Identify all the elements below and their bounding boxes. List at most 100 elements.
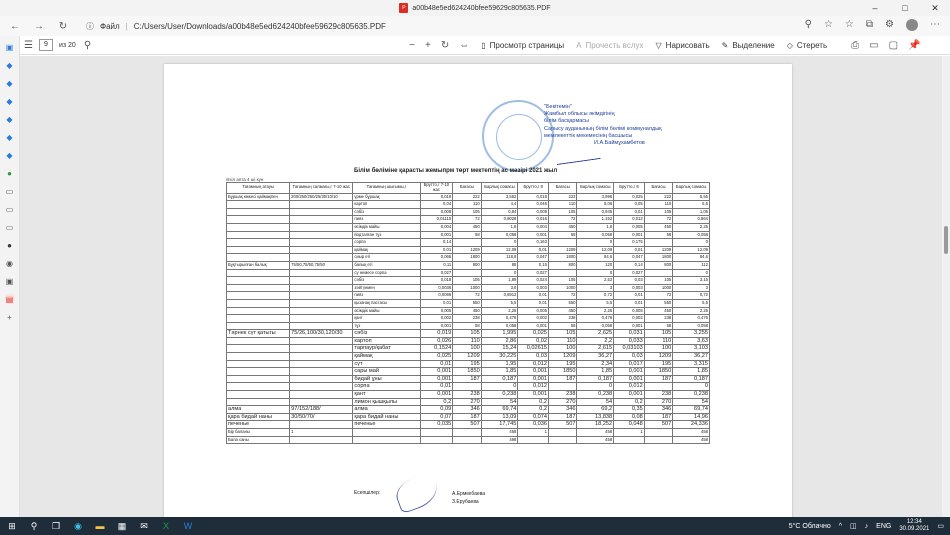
table-cell: 450 — [643, 306, 674, 316]
sidebar-tab-icon[interactable]: ◆ — [5, 60, 15, 70]
notifications-icon[interactable]: ▭ — [937, 522, 944, 530]
maximize-button[interactable]: □ — [890, 0, 920, 16]
search-icon[interactable]: ⚲ — [28, 520, 40, 532]
task-view-icon[interactable]: ❐ — [50, 520, 62, 532]
read-aloud-button[interactable]: A Прочесть вслух — [576, 41, 643, 50]
table-cell: 0,008 — [419, 207, 454, 217]
sidebar-tab-icon[interactable]: ◆ — [5, 78, 15, 88]
language-indicator[interactable]: ENG — [876, 523, 891, 530]
document-tab-icon[interactable]: ▭ — [5, 222, 15, 232]
sidebar-tab-icon[interactable]: ◆ — [5, 114, 15, 124]
back-icon[interactable]: ← — [8, 21, 22, 32]
table-cell: 72 — [452, 291, 482, 300]
table-cell: 0,058 — [480, 321, 519, 331]
print-icon[interactable]: ⎙ — [851, 40, 859, 51]
table-row: қызанақ пастасы 0,01 550 5,5 0,01 550 5,5 0,01 5… — [225, 298, 710, 308]
table-cell — [225, 276, 291, 285]
network-icon[interactable]: ◫ — [850, 522, 857, 530]
table-cell: 1,995 — [480, 329, 519, 338]
excel-icon[interactable]: X — [160, 520, 172, 532]
table-cell — [225, 268, 291, 278]
table-cell: 0,001 — [517, 230, 549, 240]
browser-actions: ⚲ ☆ ☆ ⧉ ⚙ ⋯ — [805, 19, 940, 31]
save-icon[interactable]: ▭ — [869, 40, 878, 51]
document-tab-icon[interactable]: ▭ — [5, 204, 15, 214]
tab-actions-icon[interactable]: ▣ — [5, 42, 15, 52]
file-explorer-icon[interactable]: ▬ — [94, 520, 106, 532]
clock[interactable]: 12:34 30.09.2021 — [899, 519, 929, 533]
highlight-button[interactable]: ✎ Выделение — [722, 41, 775, 50]
new-tab-icon[interactable]: + — [5, 312, 15, 322]
edge-browser-icon[interactable]: ◉ — [72, 520, 84, 532]
table-cell: 1000 — [643, 283, 674, 293]
document-tab-icon[interactable]: ▭ — [5, 186, 15, 196]
minimize-button[interactable]: – — [860, 0, 890, 16]
pdf-tab-icon[interactable]: ▤ — [4, 294, 15, 304]
page-number-input[interactable]: 9 — [38, 39, 53, 51]
table-row: Тәрнек сүт қатыгы 75/26,100/30,120/30 сәбі… — [225, 329, 710, 338]
mail-icon[interactable]: ✉ — [138, 520, 150, 532]
table-row: сәбіз 0,008 105 0,84 0,009 105 0,945 0,01 105 1,0… — [225, 207, 710, 217]
draw-button[interactable]: ▽ Нарисовать — [656, 41, 710, 50]
table-cell — [225, 306, 291, 316]
url-field[interactable]: ⓘ Файл | C:/Users/User/Downloads/a00b48e… — [86, 21, 386, 32]
table-cell: 0,025 — [517, 329, 549, 338]
page-view-label: Просмотр страницы — [489, 40, 565, 50]
extensions-icon[interactable]: ⚙ — [885, 19, 894, 31]
vertical-scrollbar[interactable] — [942, 56, 950, 517]
collections-icon[interactable]: ⧉ — [866, 19, 873, 31]
sidebar-tab-icon[interactable]: ◆ — [5, 150, 15, 160]
zoom-icon[interactable]: ⚲ — [805, 19, 812, 31]
pin-toolbar-icon[interactable]: 📌 — [908, 40, 920, 51]
store-icon[interactable]: ▦ — [116, 520, 128, 532]
table-cell: 0,0096 — [419, 291, 454, 300]
zoom-in-icon[interactable]: + — [425, 40, 431, 51]
erase-button[interactable]: ◇ Стереть — [787, 41, 827, 50]
table-row: Бір баланы 1 458 1 458 1 458 — [225, 428, 710, 437]
table-cell: 0,2 — [613, 397, 645, 407]
sidebar-tab-icon[interactable]: ▣ — [5, 276, 15, 286]
weather-widget[interactable]: 5°C Облачно — [789, 523, 831, 530]
table-cell: 2,25 — [672, 222, 710, 232]
word-icon[interactable]: W — [182, 520, 194, 532]
table-cell: 1850 — [547, 367, 578, 376]
column-header: Бағасы — [452, 182, 482, 194]
table-cell: 105 — [452, 207, 482, 217]
info-icon[interactable]: ⓘ — [86, 21, 94, 32]
search-icon[interactable]: ⚲ — [84, 40, 91, 51]
save-as-icon[interactable]: ▢ — [889, 40, 898, 51]
rotate-icon[interactable]: ↻ — [441, 40, 449, 51]
volume-icon[interactable]: ♪ — [865, 523, 869, 530]
zoom-out-icon[interactable]: − — [409, 40, 415, 51]
sidebar-tab-icon[interactable]: ● — [5, 168, 15, 178]
refresh-icon[interactable]: ↻ — [56, 21, 70, 32]
table-cell — [289, 238, 354, 247]
table-cell — [452, 238, 482, 247]
profile-avatar[interactable] — [906, 19, 918, 31]
table-cell: тұз — [352, 321, 421, 331]
table-cell: 0,031 — [613, 329, 645, 338]
scrollbar-thumb[interactable] — [944, 226, 948, 254]
approval-line: мемлекеттік мекемесінің басшысы — [544, 132, 633, 139]
table-cell: печенье — [225, 420, 291, 429]
favorite-star-icon[interactable]: ☆ — [824, 19, 833, 31]
table-cell: 0,058 — [576, 321, 615, 331]
table-row: сәбіз 0,018 105 1,89 0,024 105 2,52 0,03 105 3,15 — [225, 276, 710, 285]
table-cell: 0,002 — [613, 314, 645, 323]
sidebar-tab-icon[interactable]: ● — [5, 240, 15, 250]
forward-icon[interactable]: → — [32, 21, 46, 32]
favorites-icon[interactable]: ☆ — [845, 19, 854, 31]
table-row: сорпа 0,14 0 0,163 0 0,175 0 — [225, 238, 710, 247]
table-cell: сары май — [352, 367, 421, 376]
contents-icon[interactable]: ☰ — [24, 40, 33, 51]
page-view-button[interactable]: ▯ Просмотр страницы — [481, 41, 564, 50]
sidebar-tab-icon[interactable]: ◆ — [5, 132, 15, 142]
more-menu-icon[interactable]: ⋯ — [930, 19, 940, 31]
windows-start-icon[interactable]: ⊞ — [6, 520, 18, 532]
tray-chevron-icon[interactable]: ^ — [839, 523, 842, 530]
close-button[interactable]: ✕ — [920, 0, 950, 16]
table-cell: 1800 — [452, 253, 482, 262]
sidebar-tab-icon[interactable]: ◉ — [5, 258, 15, 268]
fit-page-icon[interactable]: ⇔ — [459, 40, 469, 51]
sidebar-tab-icon[interactable]: ◆ — [5, 96, 15, 106]
